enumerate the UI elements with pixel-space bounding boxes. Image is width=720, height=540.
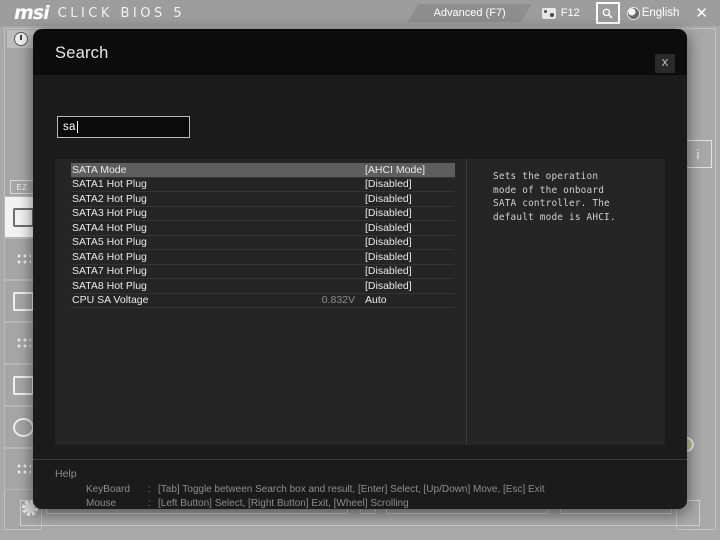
help-keyboard-text: [Tab] Toggle between Search box and resu… <box>158 484 545 495</box>
product-name: CLICK BIOS 5 <box>57 5 186 21</box>
result-name: SATA2 Hot Plug <box>72 192 147 205</box>
result-setting-value: [Disabled] <box>365 250 412 263</box>
mode-tab-advanced[interactable]: Advanced (F7) <box>408 4 532 22</box>
result-setting-value: [Disabled] <box>365 207 412 220</box>
help-keyboard-line: KeyBoard : [Tab] Toggle between Search b… <box>86 484 545 495</box>
result-name: SATA4 Hot Plug <box>72 221 147 234</box>
result-setting-value: [Disabled] <box>365 279 412 292</box>
result-name: SATA3 Hot Plug <box>72 207 147 220</box>
search-dialog: Search X sa SATA Mode [AHCI Mode] SATA1 Ho… <box>33 29 687 509</box>
result-name: SATA7 Hot Plug <box>72 265 147 278</box>
result-current-value: 0.832V <box>321 294 355 307</box>
right-widget-info[interactable]: i <box>684 140 712 168</box>
result-row[interactable]: SATA7 Hot Plug [Disabled] <box>71 265 455 279</box>
result-setting-value: [Disabled] <box>365 192 412 205</box>
help-title: Help <box>55 468 77 480</box>
info-icon: i <box>696 146 700 162</box>
help-separator <box>33 459 687 460</box>
result-row[interactable]: SATA4 Hot Plug [Disabled] <box>71 221 455 236</box>
hardware-icon <box>12 375 34 395</box>
result-setting-value: [Disabled] <box>365 178 412 191</box>
board-explorer-icon <box>15 462 31 476</box>
result-name: SATA Mode <box>72 163 127 176</box>
help-mouse-colon: : <box>148 498 151 509</box>
description-panel: Sets the operation mode of the onboard S… <box>467 159 665 445</box>
fan-icon <box>15 252 31 266</box>
help-keyboard-label: KeyBoard <box>86 484 130 495</box>
result-setting-value: [Disabled] <box>365 221 412 234</box>
search-icon[interactable] <box>595 2 620 24</box>
dialog-body: sa SATA Mode [AHCI Mode] SATA1 Hot Plug [Di… <box>33 75 687 509</box>
description-text: Sets the operation mode of the onboard S… <box>493 171 616 223</box>
result-row[interactable]: SATA2 Hot Plug [Disabled] <box>71 192 455 207</box>
search-input-value: sa <box>63 121 76 133</box>
clock-icon <box>7 30 35 48</box>
globe-icon <box>626 6 640 20</box>
result-row[interactable]: SATA1 Hot Plug [Disabled] <box>71 178 455 192</box>
language-selector[interactable]: English <box>626 6 680 20</box>
screenshot-action[interactable]: F12 <box>541 7 580 19</box>
dialog-title: Search <box>55 44 109 62</box>
result-name: SATA8 Hot Plug <box>72 279 147 292</box>
top-header-bar: msi CLICK BIOS 5 Advanced (F7) F12 Engli… <box>0 0 720 26</box>
camera-icon <box>541 7 556 19</box>
text-caret <box>76 121 78 133</box>
header-actions: Advanced (F7) F12 English ✕ <box>408 0 720 26</box>
result-row[interactable]: SATA5 Hot Plug [Disabled] <box>71 236 455 250</box>
ez-mode-badge[interactable]: EZ <box>10 180 34 194</box>
overclock-icon <box>15 336 31 350</box>
result-row[interactable]: SATA Mode [AHCI Mode] <box>71 163 455 178</box>
result-setting-value: Auto <box>365 294 387 307</box>
favorites-icon <box>12 417 34 437</box>
result-setting-value: [Disabled] <box>365 236 412 249</box>
result-row[interactable]: SATA8 Hot Plug [Disabled] <box>71 279 455 294</box>
results-panel: SATA Mode [AHCI Mode] SATA1 Hot Plug [Disab… <box>55 159 665 445</box>
result-row[interactable]: SATA3 Hot Plug [Disabled] <box>71 207 455 221</box>
language-label: English <box>641 7 680 19</box>
result-name: SATA6 Hot Plug <box>72 250 147 263</box>
help-keyboard-colon: : <box>148 484 151 495</box>
result-setting-value: [AHCI Mode] <box>365 163 426 176</box>
screenshot-key-label: F12 <box>560 7 580 19</box>
search-results-list[interactable]: SATA Mode [AHCI Mode] SATA1 Hot Plug [Disab… <box>55 159 466 445</box>
result-name: SATA1 Hot Plug <box>72 178 147 191</box>
result-row[interactable]: SATA6 Hot Plug [Disabled] <box>71 250 455 265</box>
dialog-close-button[interactable]: X <box>655 54 675 73</box>
help-mouse-label: Mouse <box>86 498 117 509</box>
result-row[interactable]: CPU SA Voltage 0.832V Auto <box>71 294 455 308</box>
help-mouse-line: Mouse : [Left Button] Select, [Right But… <box>86 498 409 509</box>
search-input[interactable]: sa <box>57 116 190 138</box>
boot-icon <box>12 291 34 311</box>
result-name: CPU SA Voltage <box>72 294 149 307</box>
close-icon[interactable]: ✕ <box>695 4 708 22</box>
result-name: SATA5 Hot Plug <box>72 236 147 249</box>
result-setting-value: [Disabled] <box>365 265 412 278</box>
msi-logo: msi <box>14 2 50 24</box>
help-mouse-text: [Left Button] Select, [Right Button] Exi… <box>158 498 409 509</box>
monitor-icon <box>12 207 34 227</box>
